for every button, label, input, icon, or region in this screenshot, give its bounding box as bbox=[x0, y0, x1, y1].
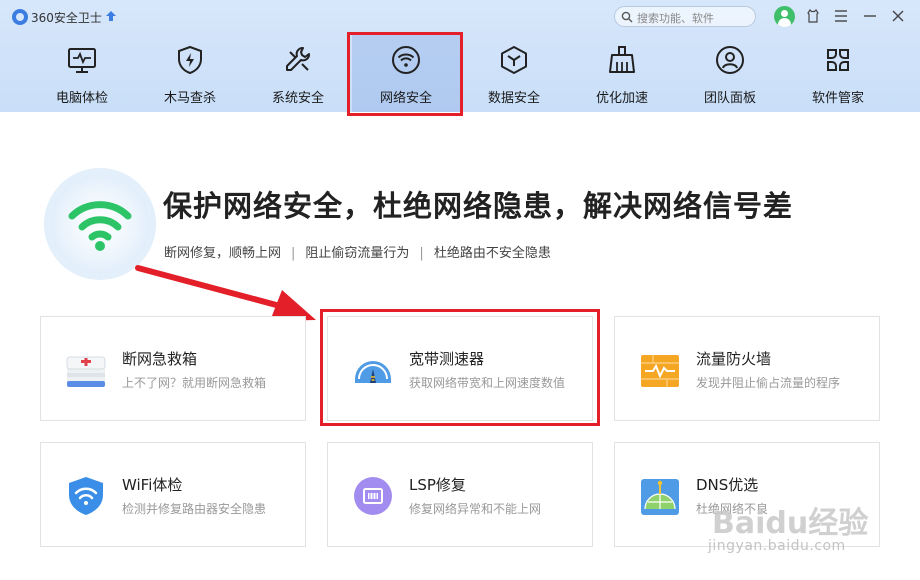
shield-bolt-icon bbox=[178, 45, 202, 75]
card-highlight-frame bbox=[320, 309, 600, 426]
nav-item-team-panel[interactable]: 团队面板 bbox=[676, 34, 784, 112]
nav-label: 优化加速 bbox=[595, 91, 648, 106]
nav-item-data-security[interactable]: 数据安全 bbox=[460, 34, 568, 112]
nav-item-system-security[interactable]: 系统安全 bbox=[244, 34, 352, 112]
nav-highlight-frame bbox=[347, 32, 463, 116]
title-bar: 360安全卫士 搜索功能、软件 bbox=[0, 0, 920, 34]
apps-icon bbox=[827, 49, 849, 71]
search-icon bbox=[621, 11, 633, 23]
hero-feature: 杜绝路由不安全隐患 bbox=[433, 246, 551, 261]
wifi-shield-icon bbox=[69, 477, 103, 515]
nav-label: 系统安全 bbox=[271, 91, 324, 106]
tool-card-lsp-repair[interactable]: LSP修复 修复网络异常和不能上网 bbox=[327, 442, 593, 547]
monitor-icon bbox=[68, 48, 96, 73]
nav-label: 木马查杀 bbox=[163, 91, 216, 106]
tool-name: WiFi体检 bbox=[122, 476, 183, 494]
nav-label: 团队面板 bbox=[703, 91, 756, 106]
avatar[interactable] bbox=[774, 6, 795, 27]
nav-item-pc-checkup[interactable]: 电脑体检 bbox=[28, 34, 136, 112]
nav-item-trojan-scan[interactable]: 木马查杀 bbox=[136, 34, 244, 112]
tool-desc: 发现并阻止偷占流量的程序 bbox=[696, 376, 841, 390]
cube-icon bbox=[501, 46, 527, 74]
tool-name: LSP修复 bbox=[409, 476, 466, 494]
skin-icon[interactable] bbox=[805, 8, 821, 24]
upgrade-arrow-icon[interactable] bbox=[105, 10, 117, 22]
separator: | bbox=[419, 246, 424, 261]
team-icon bbox=[716, 46, 744, 74]
nav-label: 电脑体检 bbox=[55, 91, 108, 106]
search-placeholder: 搜索功能、软件 bbox=[637, 12, 714, 25]
tool-desc: 修复网络异常和不能上网 bbox=[409, 502, 542, 516]
nav-label: 数据安全 bbox=[487, 91, 540, 106]
app-title: 360安全卫士 bbox=[31, 11, 102, 25]
hero-feature: 阻止偷窃流量行为 bbox=[305, 246, 410, 261]
tool-name: 流量防火墙 bbox=[696, 350, 772, 368]
nav-label: 软件管家 bbox=[811, 91, 864, 106]
tool-name: 断网急救箱 bbox=[122, 350, 198, 368]
first-aid-icon bbox=[66, 356, 106, 387]
wifi-status-icon bbox=[68, 201, 132, 251]
tool-card-network-rescue[interactable]: 断网急救箱 上不了网？就用断网急救箱 bbox=[40, 316, 306, 421]
dns-globe-icon bbox=[641, 479, 679, 515]
menu-icon[interactable] bbox=[833, 8, 849, 24]
close-icon[interactable] bbox=[890, 8, 906, 24]
search-input[interactable]: 搜索功能、软件 bbox=[614, 6, 756, 27]
nav-item-optimize[interactable]: 优化加速 bbox=[568, 34, 676, 112]
tool-desc: 上不了网？就用断网急救箱 bbox=[122, 376, 267, 390]
wrench-icon bbox=[286, 47, 310, 71]
watermark-url: jingyan.baidu.com bbox=[708, 538, 846, 554]
page-title: 保护网络安全，杜绝网络隐患，解决网络信号差 bbox=[163, 189, 794, 223]
firewall-icon bbox=[641, 355, 679, 387]
tool-desc: 检测并修复路由器安全隐患 bbox=[122, 502, 267, 516]
watermark-brand: Baidu经验 bbox=[712, 506, 869, 541]
watermark: Baidu经验 jingyan.baidu.com bbox=[700, 490, 915, 565]
minimize-icon[interactable] bbox=[862, 8, 878, 24]
app-logo-icon bbox=[12, 9, 28, 25]
lsp-icon bbox=[354, 477, 392, 515]
tool-card-traffic-firewall[interactable]: 流量防火墙 发现并阻止偷占流量的程序 bbox=[614, 316, 880, 421]
broom-icon bbox=[609, 46, 635, 73]
tool-card-wifi-checkup[interactable]: WiFi体检 检测并修复路由器安全隐患 bbox=[40, 442, 306, 547]
nav-item-software-manager[interactable]: 软件管家 bbox=[784, 34, 892, 112]
